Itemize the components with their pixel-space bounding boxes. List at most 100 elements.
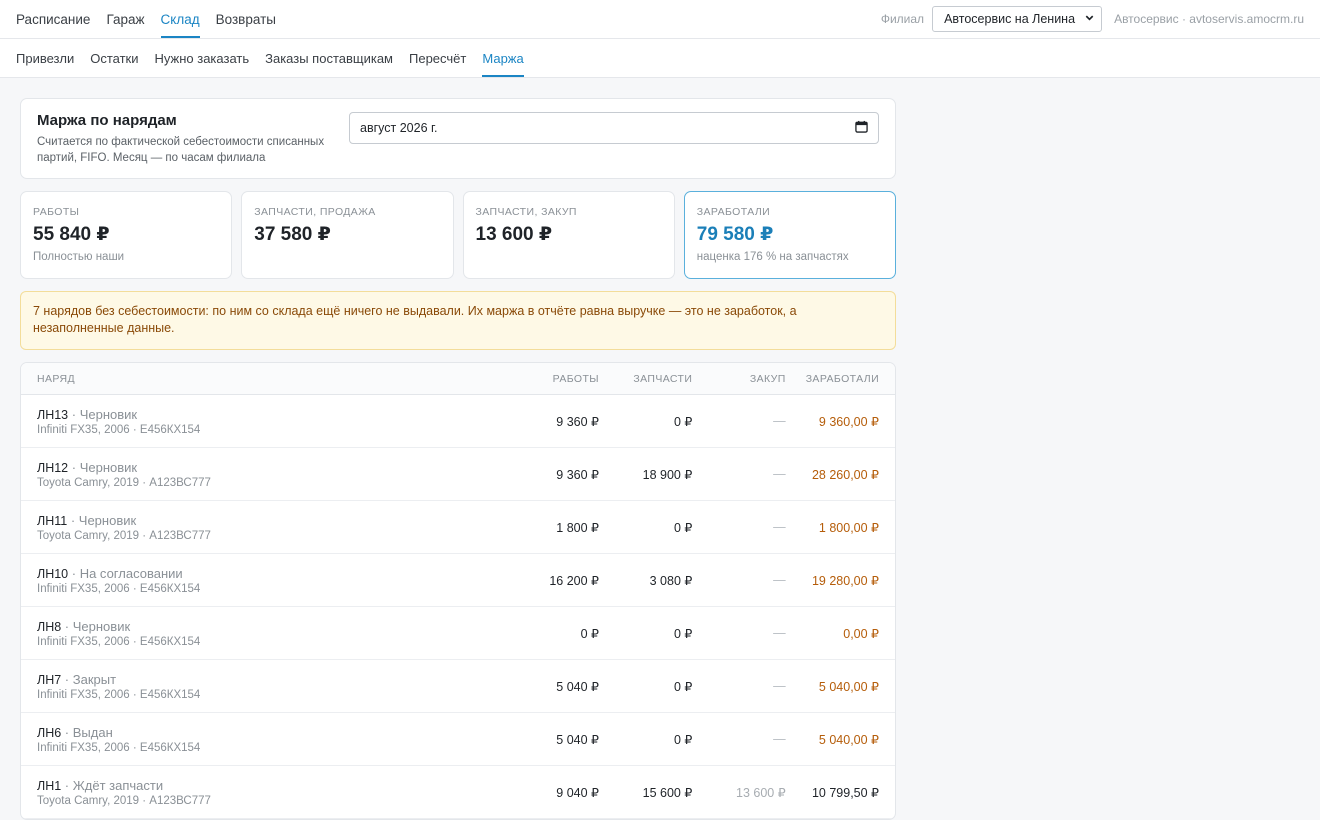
order-cell: ЛН1 · Ждёт запчасти Toyota Camry, 2019 · … (21, 778, 506, 807)
branch-label: Филиал (880, 12, 925, 26)
order-cell: ЛН8 · Черновик Infiniti FX35, 2006 · Е456… (21, 619, 506, 648)
order-car: Infiniti FX35, 2006 · Е456КХ154 (37, 582, 201, 595)
month-picker[interactable]: август 2026 г. (349, 112, 879, 144)
earned-cell: 5 040,00 ₽ (818, 732, 880, 747)
header-order: Наряд (37, 372, 76, 385)
order-line: ЛН7 · Закрыт (37, 672, 506, 687)
order-separator: · (68, 459, 80, 475)
order-cell: ЛН11 · Черновик Toyota Camry, 2019 · А123… (21, 513, 506, 542)
sub-tab[interactable]: Маржа (482, 39, 524, 77)
order-car: Infiniti FX35, 2006 · Е456КХ154 (37, 741, 201, 754)
kpi-card: Запчасти, продажа 37 580 ₽ (241, 191, 454, 279)
order-status: Выдан (72, 724, 113, 740)
order-id: ЛН11 (37, 513, 68, 528)
sub-tab[interactable]: Привезли (16, 39, 74, 77)
order-line: ЛН1 · Ждёт запчасти (37, 778, 506, 793)
order-id: ЛН12 (37, 460, 69, 475)
order-car: Infiniti FX35, 2006 · Е456КХ154 (37, 423, 201, 436)
table-row[interactable]: ЛН11 · Черновик Toyota Camry, 2019 · А123… (21, 501, 895, 554)
order-line: ЛН13 · Черновик (37, 407, 506, 422)
order-id: ЛН1 (37, 778, 62, 793)
order-car: Toyota Camry, 2019 · А123ВС777 (37, 476, 211, 489)
kpi-label: Запчасти, продажа (254, 206, 376, 218)
order-status: Черновик (79, 406, 138, 422)
works-cell: 0 ₽ (580, 626, 599, 641)
report-header: Маржа по нарядам Считается по фактическо… (20, 98, 896, 179)
order-status: Черновик (79, 459, 138, 475)
order-id: ЛН8 (37, 619, 62, 634)
kpi-card: Запчасти, закуп 13 600 ₽ (462, 191, 675, 279)
order-status: Черновик (72, 618, 131, 634)
table-row[interactable]: ЛН7 · Закрыт Infiniti FX35, 2006 · Е456КХ… (21, 660, 895, 713)
earned-cell: 1 800,00 ₽ (818, 520, 880, 535)
purchase-cell: 13 600 ₽ (736, 785, 786, 800)
kpi-value: 13 600 ₽ (475, 224, 553, 245)
table-row[interactable]: ЛН1 · Ждёт запчасти Toyota Camry, 2019 · … (21, 766, 895, 819)
header-works: Работы (552, 372, 599, 385)
earned-cell: 19 280,00 ₽ (811, 573, 880, 588)
top-navigation: Расписание Гараж Склад Возвраты Филиал Авто… (0, 0, 1320, 39)
top-tab[interactable]: Расписание (16, 0, 90, 38)
earned-cell: 9 360,00 ₽ (818, 414, 880, 429)
order-line: ЛН6 · Выдан (37, 725, 506, 740)
purchase-cell: — (773, 573, 786, 587)
table-header: Наряд Работы Запчасти Закуп Заработали (21, 363, 895, 395)
sub-tab[interactable]: Остатки (90, 39, 138, 77)
order-cell: ЛН12 · Черновик Toyota Camry, 2019 · А123… (21, 460, 506, 489)
sub-tab[interactable]: Заказы поставщикам (265, 39, 393, 77)
sub-navigation: Привезли Остатки Нужно заказать Заказы пост… (0, 39, 1320, 78)
chevron-down-icon (1084, 12, 1095, 26)
works-cell: 5 040 ₽ (556, 679, 599, 694)
kpi-label: Работы (33, 206, 80, 218)
calendar-icon (855, 120, 868, 136)
table-row[interactable]: ЛН12 · Черновик Toyota Camry, 2019 · А123… (21, 448, 895, 501)
purchase-cell: — (773, 679, 786, 693)
kpi-cards: Работы 55 840 ₽ Полностью наши Запчасти, пр… (20, 191, 896, 279)
table-row[interactable]: ЛН8 · Черновик Infiniti FX35, 2006 · Е456… (21, 607, 895, 660)
order-cell: ЛН13 · Черновик Infiniti FX35, 2006 · Е45… (21, 407, 506, 436)
order-status: Закрыт (72, 671, 117, 687)
page-subtitle: Считается по фактической себестоимости с… (37, 136, 325, 164)
top-tab[interactable]: Гараж (106, 0, 144, 38)
table-row[interactable]: ЛН6 · Выдан Infiniti FX35, 2006 · Е456КХ1… (21, 713, 895, 766)
header-earned: Заработали (805, 372, 880, 385)
order-separator: · (61, 724, 73, 740)
earned-cell: 28 260,00 ₽ (811, 467, 880, 482)
works-cell: 9 040 ₽ (556, 785, 599, 800)
sub-tab[interactable]: Нужно заказать (154, 39, 249, 77)
earned-cell: 0,00 ₽ (843, 626, 880, 641)
kpi-label: Запчасти, закуп (475, 206, 577, 218)
table-row[interactable]: ЛН13 · Черновик Infiniti FX35, 2006 · Е45… (21, 395, 895, 448)
order-id: ЛН10 (37, 566, 69, 581)
parts-cell: 18 900 ₽ (642, 467, 693, 482)
earned-cell: 10 799,50 ₽ (811, 785, 880, 800)
order-car: Infiniti FX35, 2006 · Е456КХ154 (37, 635, 201, 648)
header-parts: Запчасти (633, 372, 693, 385)
page-title: Маржа по нарядам (37, 112, 177, 129)
order-cell: ЛН7 · Закрыт Infiniti FX35, 2006 · Е456КХ… (21, 672, 506, 701)
order-id: ЛН13 (37, 407, 69, 422)
branch-select[interactable]: Автосервис на Ленина (932, 6, 1103, 32)
table-body: ЛН13 · Черновик Infiniti FX35, 2006 · Е45… (21, 395, 895, 819)
kpi-note: наценка 176 % на запчастях (696, 251, 849, 263)
top-tab[interactable]: Возвраты (216, 0, 276, 38)
order-id: ЛН6 (37, 725, 62, 740)
order-separator: · (61, 777, 73, 793)
order-id: ЛН7 (37, 672, 62, 687)
sub-tab[interactable]: Пересчёт (409, 39, 466, 77)
order-separator: · (68, 406, 80, 422)
top-tab[interactable]: Склад (160, 0, 200, 38)
table-row[interactable]: ЛН10 · На согласовании Infiniti FX35, 200… (21, 554, 895, 607)
works-cell: 5 040 ₽ (556, 732, 599, 747)
order-status: Ждёт запчасти (72, 777, 164, 793)
earned-cell: 5 040,00 ₽ (818, 679, 880, 694)
order-car: Toyota Camry, 2019 · А123ВС777 (37, 794, 211, 807)
order-line: ЛН10 · На согласовании (37, 566, 506, 581)
purchase-cell: — (773, 626, 786, 640)
order-status: Черновик (78, 512, 137, 528)
parts-cell: 0 ₽ (673, 414, 693, 429)
kpi-label: Заработали (696, 206, 771, 218)
order-separator: · (68, 565, 80, 581)
branch-select-value: Автосервис на Ленина (944, 12, 1076, 26)
top-right-panel: Филиал Автосервис на Ленина Автосервис ·… (881, 0, 1304, 38)
